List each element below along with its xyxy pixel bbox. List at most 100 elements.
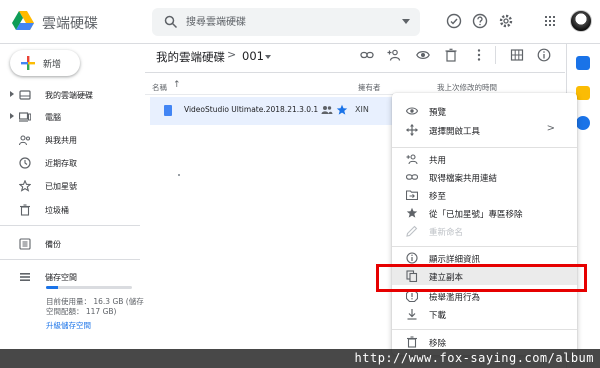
shared-people-icon: [321, 106, 333, 114]
sidebar-item-label: 儲存空間: [45, 273, 77, 282]
sidebar-item-shared-with-me[interactable]: 與我共用: [0, 131, 140, 149]
trash-icon: [20, 204, 30, 216]
sidebar-item-recent[interactable]: 近期存取: [0, 154, 140, 172]
menu-item-download[interactable]: 下載: [392, 305, 577, 323]
expand-arrow-icon[interactable]: [10, 113, 14, 119]
menu-item-get-link[interactable]: 取得檔案共用連結: [392, 168, 577, 186]
file-name: VideoStudio Ultimate.2018.21.3.0.14...: [184, 105, 318, 114]
avatar[interactable]: [570, 10, 592, 32]
search-icon[interactable]: [164, 15, 178, 29]
search-input[interactable]: [186, 13, 386, 31]
sidebar-item-label: 與我共用: [45, 136, 77, 145]
menu-item-label: 重新命名: [429, 228, 464, 238]
eye-icon[interactable]: [416, 48, 430, 62]
menu-item-move-to[interactable]: 移至: [392, 186, 577, 204]
sort-arrow-icon[interactable]: ↑: [173, 80, 181, 90]
link-icon[interactable]: [360, 48, 374, 62]
help-icon[interactable]: [472, 13, 488, 29]
gear-icon[interactable]: [498, 13, 514, 29]
plus-icon: [21, 56, 35, 70]
grid-view-icon[interactable]: [510, 48, 524, 62]
open-with-icon: [406, 124, 418, 136]
file-owner: XIN: [355, 105, 369, 114]
backup-icon: [19, 238, 31, 250]
sidebar-item-my-drive[interactable]: 我的雲端硬碟: [0, 86, 140, 104]
menu-divider: [392, 147, 577, 148]
watermark-url: http://www.fox-saying.com/album: [354, 351, 594, 365]
link-icon: [406, 174, 418, 180]
sidebar-divider: [0, 225, 140, 226]
sidebar-item-backups[interactable]: 備份: [0, 235, 140, 253]
menu-divider: [392, 329, 577, 330]
column-header-last-modified[interactable]: 我上次修改的時間: [437, 82, 497, 93]
folder-menu-caret-icon[interactable]: [265, 55, 271, 59]
sidebar-item-starred[interactable]: 已加星號: [0, 177, 140, 195]
menu-item-label: 檢舉濫用行為: [429, 293, 481, 303]
calendar-icon[interactable]: [576, 56, 590, 70]
offline-status-icon[interactable]: [446, 13, 462, 29]
top-bar: 雲端硬碟: [0, 0, 600, 44]
cursor-dot: [178, 174, 180, 176]
menu-item-open-with[interactable]: 選擇開啟工具 >: [392, 121, 577, 139]
menu-item-preview[interactable]: 預覽: [392, 102, 577, 120]
file-type-icon: [164, 105, 172, 116]
info-icon[interactable]: [537, 48, 551, 62]
storage-usage-fill: [46, 286, 59, 289]
toolbar-divider-line: [145, 72, 565, 73]
column-header-owner: 擁有者: [358, 83, 381, 92]
column-header-name[interactable]: 名稱: [152, 82, 167, 93]
breadcrumb-my-drive[interactable]: 我的雲端硬碟: [156, 49, 225, 65]
submenu-arrow-icon: >: [546, 123, 555, 134]
menu-divider: [392, 246, 577, 247]
upgrade-storage-link[interactable]: 升級儲存空間: [46, 320, 91, 331]
menu-item-label: 選擇開啟工具: [429, 127, 481, 137]
download-icon: [407, 309, 417, 320]
menu-item-remove-star[interactable]: 從「已加星號」專區移除: [392, 204, 577, 222]
sidebar-item-label: 已加星號: [45, 182, 77, 191]
menu-item-label: 下載: [429, 311, 447, 321]
menu-item-label: 移除: [429, 339, 447, 349]
keep-icon[interactable]: [576, 86, 590, 100]
trash-icon[interactable]: [444, 48, 458, 62]
breadcrumb-current-folder[interactable]: 001: [242, 49, 264, 63]
menu-item-share[interactable]: 共用: [392, 150, 577, 168]
search-box[interactable]: [152, 8, 420, 36]
apps-grid-icon[interactable]: [542, 13, 558, 29]
new-button[interactable]: 新增: [10, 50, 80, 76]
star-outline-icon: [19, 180, 31, 192]
sidebar-item-label: 電腦: [45, 113, 61, 122]
trash-icon: [407, 336, 417, 348]
eye-icon: [406, 107, 418, 115]
app-title: 雲端硬碟: [42, 16, 98, 32]
sidebar-item-label: 備份: [45, 240, 61, 249]
menu-item-label: 從「已加星號」專區移除: [429, 210, 523, 220]
shared-with-me-icon: [19, 135, 30, 146]
toolbar-divider: [495, 46, 496, 64]
breadcrumb-separator: >: [227, 48, 237, 61]
pencil-icon: [406, 225, 418, 237]
expand-arrow-icon[interactable]: [10, 91, 14, 97]
sidebar-item-storage[interactable]: 儲存空間: [0, 268, 140, 286]
add-person-icon[interactable]: [387, 48, 401, 62]
tasks-icon[interactable]: [576, 116, 590, 130]
new-button-label: 新增: [43, 60, 62, 70]
star-filled-icon: [336, 104, 348, 115]
sidebar-item-label: 垃圾桶: [45, 206, 69, 215]
context-menu: 預覽 選擇開啟工具 > 共用 取得檔案共用連結 移至 從「已加星號」專區移除 重…: [392, 93, 577, 355]
sidebar-item-computers[interactable]: 電腦: [0, 108, 140, 126]
move-to-folder-icon: [406, 190, 418, 201]
sidebar-divider: [0, 259, 140, 260]
drive-logo-icon[interactable]: [12, 11, 34, 30]
more-vert-icon[interactable]: [472, 48, 486, 62]
menu-item-label: 取得檔案共用連結: [429, 174, 498, 184]
info-icon: [406, 252, 418, 264]
storage-quota-text: 空間配額： 117 GB): [46, 307, 117, 316]
star-filled-icon: [406, 207, 418, 218]
search-options-icon[interactable]: [402, 19, 410, 24]
sidebar-item-label: 我的雲端硬碟: [45, 91, 93, 100]
sidebar-item-trash[interactable]: 垃圾桶: [0, 201, 140, 219]
menu-item-rename[interactable]: 重新命名: [392, 222, 577, 240]
drive-icon: [19, 90, 31, 100]
add-person-icon: [406, 154, 418, 165]
menu-item-label: 預覽: [429, 108, 447, 118]
